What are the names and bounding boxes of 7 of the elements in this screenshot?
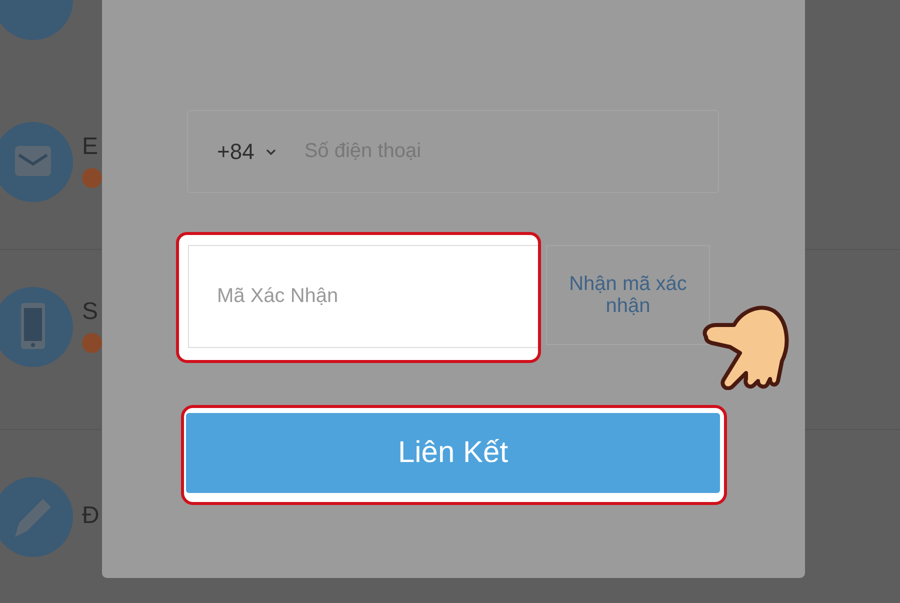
country-code-dropdown[interactable]: +84 — [217, 138, 254, 164]
pencil-icon — [0, 477, 73, 557]
link-button[interactable]: Liên Kết — [186, 413, 720, 493]
caret-icon — [266, 148, 276, 154]
mail-icon — [0, 122, 73, 202]
input-field[interactable]: Mã Xác Nhận — [188, 245, 538, 348]
phone-icon — [0, 287, 73, 367]
